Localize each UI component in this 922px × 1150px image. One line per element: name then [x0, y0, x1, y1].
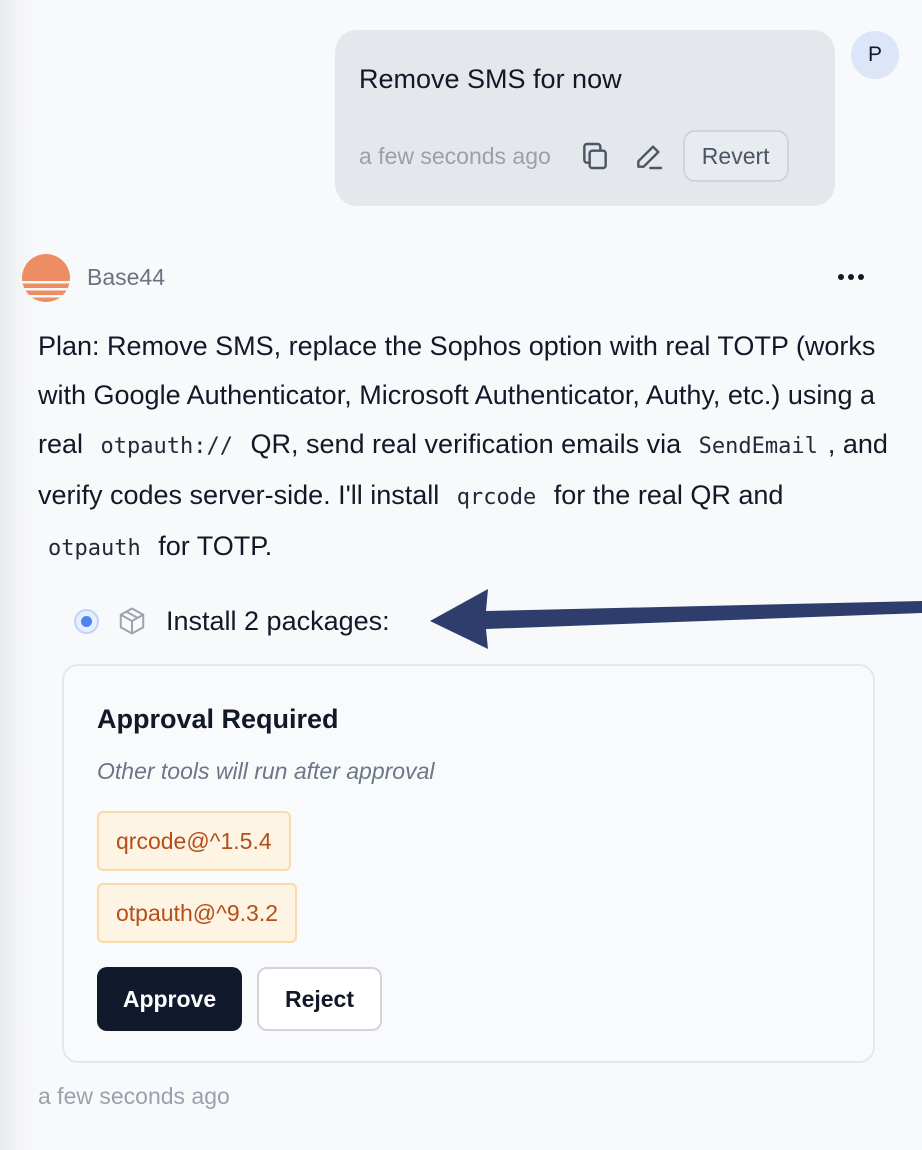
reject-button[interactable]: Reject [257, 967, 382, 1031]
plan-text-2: QR, send real verification emails via [242, 429, 689, 459]
package-icon [116, 605, 148, 637]
assistant-name: Base44 [87, 264, 166, 290]
edit-icon[interactable] [631, 138, 667, 174]
approval-title: Approval Required [97, 704, 339, 734]
revert-button[interactable]: Revert [682, 130, 789, 182]
chat-page: Remove SMS for now a few seconds ago Rev… [0, 0, 922, 1150]
plan-code-otpauth-uri: otpauth:// [100, 434, 233, 459]
annotation-arrow-icon [430, 589, 922, 649]
approval-card: Approval Required Other tools will run a… [62, 664, 875, 1063]
user-message-text: Remove SMS for now [359, 64, 622, 94]
package-chip-qrcode: qrcode@^1.5.4 [97, 811, 291, 871]
approval-subtitle: Other tools will run after approval [97, 758, 435, 784]
tool-call-row[interactable]: Install 2 packages: [74, 600, 390, 642]
base44-logo-icon [22, 254, 70, 302]
plan-text-4: for the real QR and [546, 480, 784, 510]
user-message-timestamp: a few seconds ago [359, 142, 551, 169]
approve-button[interactable]: Approve [97, 967, 242, 1031]
user-message-meta: a few seconds ago Revert [359, 130, 789, 182]
user-message-bubble: Remove SMS for now a few seconds ago Rev… [335, 30, 835, 206]
plan-code-sendemail: SendEmail [698, 434, 818, 459]
plan-text-5: for TOTP. [150, 531, 273, 561]
more-options-icon[interactable] [832, 262, 870, 292]
copy-icon[interactable] [577, 138, 613, 174]
tool-call-label: Install 2 packages: [166, 605, 390, 636]
tool-status-indicator [74, 608, 99, 634]
plan-code-qrcode: qrcode [456, 485, 537, 510]
package-chip-otpauth: otpauth@^9.3.2 [97, 883, 298, 943]
assistant-plan-text: Plan: Remove SMS, replace the Sophos opt… [38, 322, 898, 573]
user-avatar[interactable]: P [851, 31, 899, 79]
plan-code-otpauth: otpauth [48, 536, 141, 561]
assistant-message-timestamp: a few seconds ago [38, 1083, 230, 1109]
